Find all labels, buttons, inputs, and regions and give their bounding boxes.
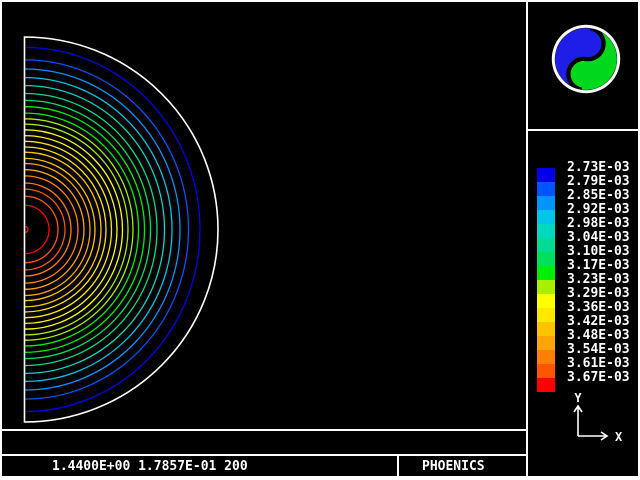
legend-value: 3.04E-03 xyxy=(567,231,630,245)
axis-arrows-icon xyxy=(574,406,607,440)
contour-ring xyxy=(0,124,128,335)
legend-swatch xyxy=(537,322,555,336)
legend-value: 3.29E-03 xyxy=(567,287,630,301)
legend-swatch xyxy=(537,182,555,196)
legend-swatch xyxy=(537,294,555,308)
status-values: 1.4400E+00 1.7857E-01 200 xyxy=(1,456,448,477)
legend-swatch xyxy=(537,364,555,378)
legend-value: 3.17E-03 xyxy=(567,259,630,273)
legend-value: 3.42E-03 xyxy=(567,315,630,329)
legend-swatch xyxy=(537,252,555,266)
legend-value: 3.48E-03 xyxy=(567,329,630,343)
legend-swatch xyxy=(537,238,555,252)
legend-swatch xyxy=(537,350,555,364)
divider-panel xyxy=(526,0,528,480)
legend-value: 2.98E-03 xyxy=(567,217,630,231)
legend-swatch xyxy=(537,224,555,238)
legend-swatch xyxy=(537,196,555,210)
legend-value: 3.36E-03 xyxy=(567,301,630,315)
phoenics-screen: 2.73E-032.79E-032.85E-032.92E-032.98E-03… xyxy=(0,0,640,480)
legend-swatch xyxy=(537,280,555,294)
phoenics-logo-icon xyxy=(548,21,624,97)
legend-swatch xyxy=(537,266,555,280)
divider-left xyxy=(0,0,2,480)
contour-ring xyxy=(0,183,71,276)
legend-value: 2.92E-03 xyxy=(567,203,630,217)
contour-ring xyxy=(0,130,123,329)
divider-logo-box xyxy=(526,129,640,131)
legend-value: 3.10E-03 xyxy=(567,245,630,259)
divider-plot-bottom xyxy=(0,429,528,431)
legend-value: 3.23E-03 xyxy=(567,273,630,287)
contour-ring xyxy=(0,189,65,270)
legend-value: 3.54E-03 xyxy=(567,343,630,357)
contour-ring xyxy=(0,158,95,300)
legend-value: 2.85E-03 xyxy=(567,189,630,203)
phoenics-badge: PHOENICS xyxy=(399,456,549,477)
y-axis-label: Y xyxy=(574,391,582,405)
legend-value: 2.79E-03 xyxy=(567,175,630,189)
legend-swatch xyxy=(537,168,555,182)
legend-swatch xyxy=(537,336,555,350)
contour-ring xyxy=(0,113,139,346)
contour-ring xyxy=(0,164,90,296)
legend-value: 2.73E-03 xyxy=(567,161,630,175)
divider-top xyxy=(0,0,640,2)
legend-swatch xyxy=(537,308,555,322)
axes-indicator: Y X xyxy=(545,388,635,448)
legend-value: 3.61E-03 xyxy=(567,357,630,371)
legend-value: 3.67E-03 xyxy=(567,371,630,385)
x-axis-label: X xyxy=(615,430,623,444)
legend-swatch xyxy=(537,210,555,224)
